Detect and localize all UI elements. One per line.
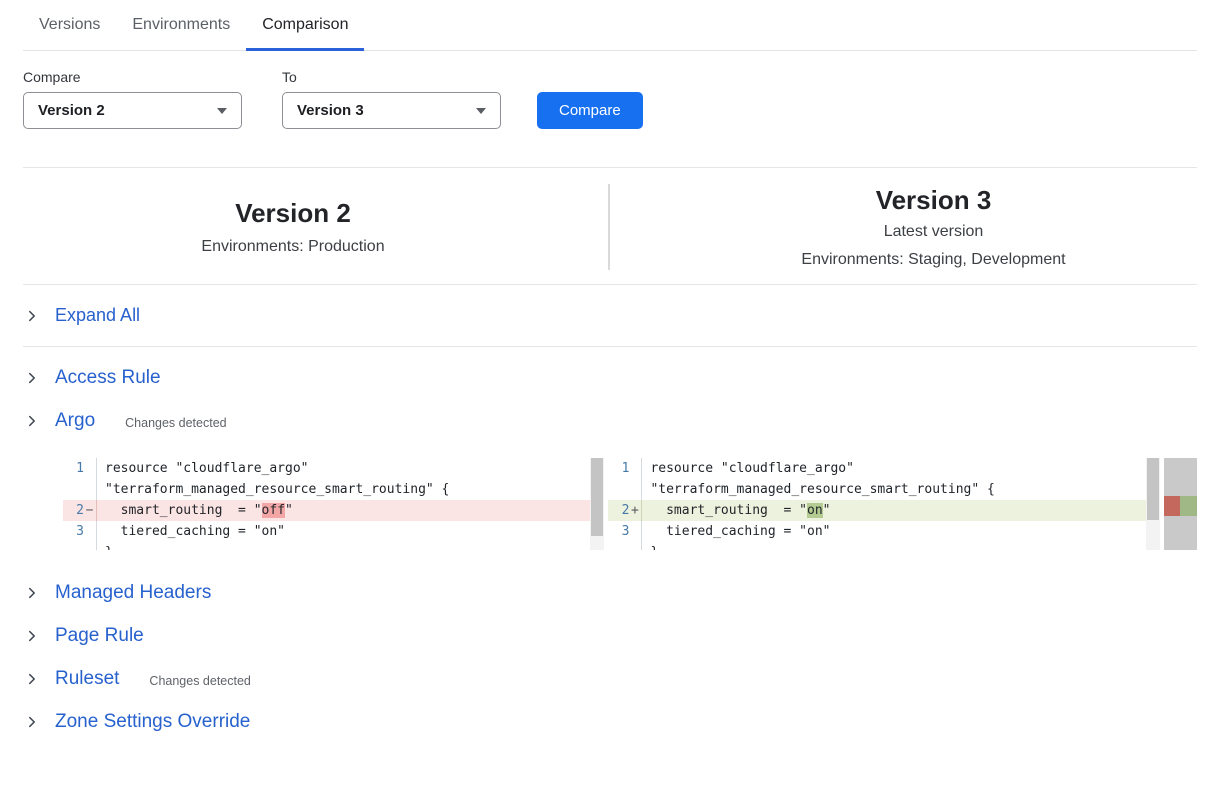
- compare-from-dropdown[interactable]: Version 2: [23, 92, 242, 129]
- argo-diff-viewer: 1 resource "cloudflare_argo" "terraform_…: [63, 458, 1197, 550]
- compare-to-dropdown[interactable]: Version 3: [282, 92, 501, 129]
- changes-detected-badge: Changes detected: [125, 416, 226, 430]
- tab-comparison[interactable]: Comparison: [246, 0, 364, 50]
- diff-line-removed: 2− smart_routing = "off": [63, 500, 604, 521]
- compare-controls: Compare Version 2 To Version 3 Compare: [23, 69, 1197, 129]
- chevron-right-icon: [25, 371, 39, 385]
- compare-from-value: Version 2: [38, 102, 105, 119]
- diff-overview-minimap: [1164, 458, 1197, 550]
- diff-line: }: [608, 542, 1159, 550]
- chevron-right-icon: [25, 586, 39, 600]
- diff-line: 3 tiered_caching = "on": [608, 521, 1159, 542]
- divider: [23, 346, 1197, 347]
- diff-change-marker: [1164, 496, 1197, 516]
- to-label: To: [282, 69, 501, 85]
- chevron-right-icon: [25, 672, 39, 686]
- section-label: Zone Settings Override: [55, 711, 250, 733]
- diff-panel-left[interactable]: 1 resource "cloudflare_argo" "terraform_…: [63, 458, 604, 550]
- compare-button[interactable]: Compare: [537, 92, 643, 129]
- diff-line: "terraform_managed_resource_smart_routin…: [63, 479, 604, 500]
- version-left-title: Version 2: [23, 197, 563, 229]
- section-label: Ruleset: [55, 668, 119, 690]
- section-label: Argo: [55, 410, 95, 432]
- chevron-down-icon: [476, 108, 486, 114]
- tab-environments[interactable]: Environments: [116, 0, 246, 50]
- removed-value: off: [262, 503, 285, 518]
- diff-line: }: [63, 542, 604, 550]
- version-right-header: Version 3 Latest version Environments: S…: [610, 184, 1197, 270]
- version-right-environments: Environments: Staging, Development: [670, 249, 1197, 270]
- resource-sections: Access Rule Argo Changes detected 1 reso…: [23, 357, 1197, 743]
- chevron-right-icon: [25, 715, 39, 729]
- tab-versions[interactable]: Versions: [23, 0, 116, 50]
- diff-line: "terraform_managed_resource_smart_routin…: [608, 479, 1159, 500]
- section-page-rule[interactable]: Page Rule: [23, 615, 1197, 657]
- added-value: on: [807, 503, 823, 518]
- changes-detected-badge: Changes detected: [149, 674, 250, 688]
- diff-panel-right[interactable]: 1 resource "cloudflare_argo" "terraform_…: [608, 458, 1159, 550]
- diff-line: 1 resource "cloudflare_argo": [63, 458, 604, 479]
- section-managed-headers[interactable]: Managed Headers: [23, 572, 1197, 614]
- scrollbar[interactable]: [590, 458, 604, 550]
- section-label: Managed Headers: [55, 582, 211, 604]
- version-right-title: Version 3: [670, 184, 1197, 216]
- version-left-header: Version 2 Environments: Production: [23, 184, 608, 270]
- diff-line: 1 resource "cloudflare_argo": [608, 458, 1159, 479]
- expand-all-label: Expand All: [55, 305, 140, 326]
- chevron-right-icon: [25, 309, 39, 323]
- section-label: Access Rule: [55, 367, 161, 389]
- comparison-page: Versions Environments Comparison Compare…: [0, 0, 1224, 743]
- section-label: Page Rule: [55, 625, 144, 647]
- version-headers: Version 2 Environments: Production Versi…: [23, 168, 1197, 284]
- scrollbar[interactable]: [1146, 458, 1160, 550]
- section-argo[interactable]: Argo Changes detected: [23, 400, 1197, 442]
- tab-bar: Versions Environments Comparison: [23, 0, 1197, 51]
- compare-to-value: Version 3: [297, 102, 364, 119]
- section-access-rule[interactable]: Access Rule: [23, 357, 1197, 399]
- section-zone-settings-override[interactable]: Zone Settings Override: [23, 701, 1197, 743]
- chevron-down-icon: [217, 108, 227, 114]
- diff-line: 3 tiered_caching = "on": [63, 521, 604, 542]
- chevron-right-icon: [25, 414, 39, 428]
- version-left-environments: Environments: Production: [23, 236, 563, 257]
- expand-all-button[interactable]: Expand All: [23, 285, 1197, 346]
- diff-line-added: 2+ smart_routing = "on": [608, 500, 1159, 521]
- version-right-latest-badge: Latest version: [670, 221, 1197, 242]
- compare-label: Compare: [23, 69, 242, 85]
- section-ruleset[interactable]: Ruleset Changes detected: [23, 658, 1197, 700]
- chevron-right-icon: [25, 629, 39, 643]
